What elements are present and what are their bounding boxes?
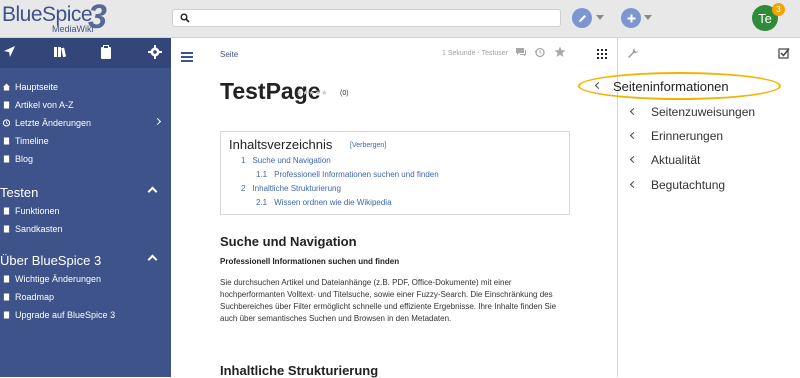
rating-count: (0)	[340, 90, 349, 97]
toc-entry-number: 2.1	[256, 198, 268, 207]
sidebar-section-title: Testen	[0, 184, 39, 200]
sidebar-item-timeline[interactable]: Timeline	[0, 132, 171, 150]
toc-entry-text: Suche und Navigation	[252, 156, 331, 165]
panel-item-seitenzuweisungen[interactable]: Seitenzuweisungen	[618, 102, 800, 122]
sidebar-item-roadmap[interactable]: Roadmap	[0, 288, 171, 306]
section-heading: Suche und Navigation	[220, 234, 357, 249]
top-bar: BlueSpice 3 MediaWiki Te 3	[0, 0, 800, 38]
rating-stars[interactable]: ★★★★★	[296, 89, 327, 97]
chevron-left-icon	[629, 155, 638, 164]
toc-entry[interactable]: 1 Suche und Navigation	[241, 156, 331, 165]
search-input[interactable]	[172, 9, 561, 27]
sidebar-item-label: Funktionen	[15, 206, 60, 216]
create-button[interactable]	[621, 8, 641, 28]
clipboard-icon[interactable]	[98, 44, 114, 60]
sidebar-item-funktionen[interactable]: Funktionen	[0, 202, 171, 220]
history-icon[interactable]	[534, 47, 545, 58]
sidebar-item-label: Wichtige Änderungen	[15, 274, 102, 284]
toc-entry-text: Professionell Informationen suchen und f…	[274, 170, 439, 179]
sidebar-section-ueber-bluespice[interactable]: Über BlueSpice 3	[0, 251, 171, 269]
home-icon	[3, 83, 10, 91]
sidebar-item-label: Blog	[15, 154, 34, 164]
sidebar-item-upgrade[interactable]: Upgrade auf BlueSpice 3	[0, 306, 171, 324]
edit-button[interactable]	[572, 8, 592, 28]
notification-badge[interactable]: 3	[772, 3, 785, 16]
search-icon	[180, 13, 190, 23]
section-heading: Inhaltliche Strukturierung	[220, 363, 379, 378]
toc-entry-number: 2	[241, 184, 246, 193]
toc-entry-text: Wissen ordnen wie die Wikipedia	[274, 198, 392, 207]
sidebar-item-letzte-aenderungen[interactable]: Letzte Änderungen	[0, 114, 171, 132]
hamburger-menu-icon[interactable]	[181, 52, 193, 62]
panel-item-label: Aktualität	[651, 153, 701, 167]
panel-item-erinnerungen[interactable]: Erinnerungen	[618, 126, 800, 146]
chevron-left-icon	[629, 107, 638, 116]
sidebar-item-label: Sandkasten	[15, 224, 63, 234]
wrench-icon[interactable]	[627, 47, 639, 59]
sidebar-item-hauptseite[interactable]: Hauptseite	[0, 78, 171, 96]
document-icon	[3, 101, 10, 109]
create-menu-caret[interactable]	[644, 15, 652, 20]
pencil-icon	[578, 14, 586, 22]
chevron-left-icon	[629, 131, 638, 140]
sidebar-item-artikel-a-z[interactable]: Artikel von A-Z	[0, 96, 171, 114]
document-icon	[3, 293, 10, 301]
sidebar-item-label: Hauptseite	[15, 82, 59, 92]
chevron-left-icon	[629, 180, 638, 189]
table-of-contents: Inhaltsverzeichnis [Verbergen] 1 Suche un…	[220, 131, 570, 215]
sidebar-item-label: Timeline	[15, 136, 49, 146]
checkbox-icon[interactable]	[778, 47, 790, 59]
star-icon[interactable]	[554, 46, 566, 58]
sidebar-item-sandkasten[interactable]: Sandkasten	[0, 220, 171, 238]
panel-item-aktualitaet[interactable]: Aktualität	[618, 150, 800, 170]
left-sidebar: Hauptseite Artikel von A-Z Letzte Änderu…	[0, 38, 171, 377]
discussion-icon[interactable]	[515, 47, 527, 58]
edit-menu-caret[interactable]	[596, 15, 604, 20]
toc-entry[interactable]: 2 Inhaltliche Strukturierung	[241, 184, 341, 193]
toc-entry[interactable]: 1.1 Professionell Informationen suchen un…	[256, 170, 439, 179]
subsection-heading: Professionell Informationen suchen und f…	[220, 257, 400, 266]
bluespice-logo[interactable]: BlueSpice 3 MediaWiki	[0, 0, 140, 36]
media-icon[interactable]	[52, 44, 68, 60]
sidebar-item-label: Artikel von A-Z	[15, 100, 74, 110]
navigation-icon[interactable]	[2, 44, 18, 60]
document-icon	[3, 225, 10, 233]
last-edit-info[interactable]: 1 Sekunde - Testuser	[442, 50, 508, 57]
sidebar-item-blog[interactable]: Blog	[0, 150, 171, 168]
logo-subtitle: MediaWiki	[52, 24, 94, 34]
clock-icon	[3, 119, 10, 127]
panel-item-label: Erinnerungen	[651, 129, 724, 143]
toc-entry-text: Inhaltliche Strukturierung	[252, 184, 341, 193]
highlight-annotation	[578, 72, 781, 100]
plus-icon	[627, 14, 635, 22]
sidebar-item-wichtige-aenderungen[interactable]: Wichtige Änderungen	[0, 270, 171, 288]
chevron-up-icon[interactable]	[147, 254, 158, 265]
document-icon	[3, 137, 10, 145]
tab-seite[interactable]: Seite	[220, 50, 238, 59]
chevron-right-icon[interactable]	[153, 117, 162, 126]
paragraph: Sie durchsuchen Artikel und Dateianhänge…	[220, 278, 557, 323]
sidebar-item-label: Upgrade auf BlueSpice 3	[15, 310, 116, 320]
sidebar-toolbar	[0, 38, 171, 68]
document-icon	[3, 207, 10, 215]
chevron-up-icon[interactable]	[147, 186, 158, 197]
document-icon	[3, 155, 10, 163]
toc-toggle-link[interactable]: [Verbergen]	[350, 142, 386, 149]
panel-item-begutachtung[interactable]: Begutachtung	[618, 175, 800, 195]
document-icon	[3, 311, 10, 319]
sidebar-section-title: Über BlueSpice 3	[0, 252, 102, 268]
toc-title: Inhaltsverzeichnis	[229, 137, 333, 152]
panel-item-label: Seitenzuweisungen	[651, 105, 756, 119]
sidebar-section-testen[interactable]: Testen	[0, 183, 171, 201]
gear-icon[interactable]	[147, 44, 163, 60]
panel-item-label: Begutachtung	[651, 178, 726, 192]
sidebar-item-label: Roadmap	[15, 292, 55, 302]
document-icon	[3, 275, 10, 283]
apps-grid-icon[interactable]	[597, 49, 607, 59]
toc-entry[interactable]: 2.1 Wissen ordnen wie die Wikipedia	[256, 198, 392, 207]
toc-entry-number: 1	[241, 156, 246, 165]
main-content: Seite 1 Sekunde - Testuser TestPage ★★★★…	[171, 38, 617, 378]
sidebar-item-label: Letzte Änderungen	[15, 118, 92, 128]
toc-entry-number: 1.1	[256, 170, 268, 179]
